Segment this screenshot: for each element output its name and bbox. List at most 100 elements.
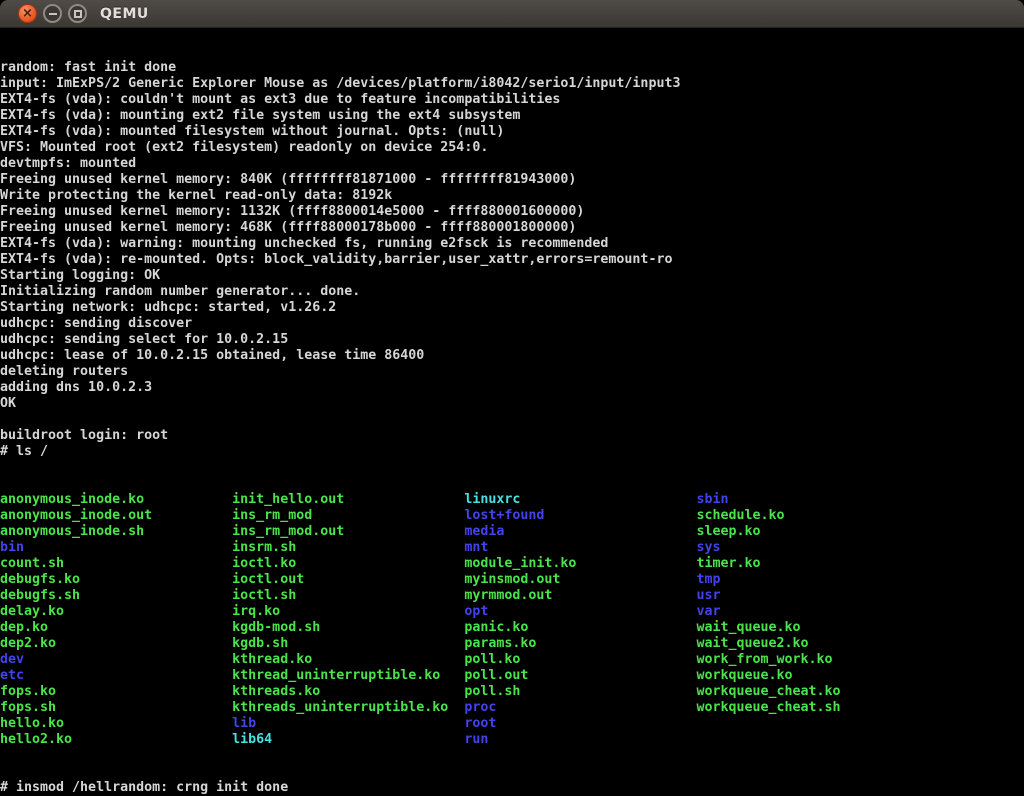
maximize-button[interactable] bbox=[68, 4, 87, 23]
file-entry-exec: kgdb.sh bbox=[232, 636, 464, 652]
file-entry-dir: lib bbox=[232, 716, 464, 732]
command-log: # insmod /hellrandom: crng init done# in… bbox=[0, 780, 1024, 796]
qemu-window: × QEMU random: fast init doneinput: ImEx… bbox=[0, 0, 1024, 796]
ls-row: devkthread.kopoll.kowork_from_work.ko bbox=[0, 652, 1024, 668]
file-entry-exec: poll.sh bbox=[464, 684, 696, 700]
file-entry-exec: wait_queue.ko bbox=[696, 620, 928, 636]
file-entry-dir: sys bbox=[696, 540, 928, 556]
file-entry-exec: anonymous_inode.sh bbox=[0, 524, 232, 540]
file-entry-exec: insrm.sh bbox=[232, 540, 464, 556]
file-entry-exec: ins_rm_mod bbox=[232, 508, 464, 524]
file-entry-exec: ins_rm_mod.out bbox=[232, 524, 464, 540]
terminal-line: Freeing unused kernel memory: 840K (ffff… bbox=[0, 172, 1024, 188]
file-entry-dir: usr bbox=[696, 588, 928, 604]
file-entry-exec: workqueue_cheat.ko bbox=[696, 684, 928, 700]
ls-row: debugfs.koioctl.outmyinsmod.outtmp bbox=[0, 572, 1024, 588]
file-entry-exec: timer.ko bbox=[696, 556, 928, 572]
ls-row: anonymous_inode.outins_rm_modlost+founds… bbox=[0, 508, 1024, 524]
file-entry-exec: module_init.ko bbox=[464, 556, 696, 572]
ls-row: anonymous_inode.shins_rm_mod.outmediasle… bbox=[0, 524, 1024, 540]
maximize-icon bbox=[74, 10, 82, 18]
terminal-line: Freeing unused kernel memory: 1132K (fff… bbox=[0, 204, 1024, 220]
file-entry-exec: workqueue_cheat.sh bbox=[696, 700, 928, 716]
file-entry-dir: run bbox=[464, 732, 696, 748]
file-entry-dir: var bbox=[696, 604, 928, 620]
file-entry-exec: work_from_work.ko bbox=[696, 652, 928, 668]
terminal-line: udhcpc: sending discover bbox=[0, 316, 1024, 332]
terminal-line: Starting logging: OK bbox=[0, 268, 1024, 284]
terminal-line: udhcpc: lease of 10.0.2.15 obtained, lea… bbox=[0, 348, 1024, 364]
file-entry-exec: schedule.ko bbox=[696, 508, 928, 524]
file-entry-dir: bin bbox=[0, 540, 232, 556]
file-entry-exec: kthreads_uninterruptible.ko bbox=[232, 700, 464, 716]
file-entry-exec: myinsmod.out bbox=[464, 572, 696, 588]
file-entry-exec: irq.ko bbox=[232, 604, 464, 620]
ls-row: delay.koirq.kooptvar bbox=[0, 604, 1024, 620]
terminal-line: Freeing unused kernel memory: 468K (ffff… bbox=[0, 220, 1024, 236]
ls-row: hello2.kolib64run bbox=[0, 732, 1024, 748]
window-titlebar: × QEMU bbox=[0, 0, 1024, 28]
file-entry-exec: debugfs.sh bbox=[0, 588, 232, 604]
ls-row: fops.shkthreads_uninterruptible.koprocwo… bbox=[0, 700, 1024, 716]
terminal-line: Initializing random number generator... … bbox=[0, 284, 1024, 300]
close-button[interactable]: × bbox=[18, 4, 37, 23]
file-entry-exec: ioctl.sh bbox=[232, 588, 464, 604]
file-entry-exec: init_hello.out bbox=[232, 492, 464, 508]
minimize-button[interactable] bbox=[43, 4, 62, 23]
ls-row: dep2.kokgdb.shparams.kowait_queue2.ko bbox=[0, 636, 1024, 652]
file-entry-exec: fops.ko bbox=[0, 684, 232, 700]
terminal-line: VFS: Mounted root (ext2 filesystem) read… bbox=[0, 140, 1024, 156]
ls-row: etckthread_uninterruptible.kopoll.outwor… bbox=[0, 668, 1024, 684]
terminal-line: EXT4-fs (vda): mounted filesystem withou… bbox=[0, 124, 1024, 140]
file-entry-dir: mnt bbox=[464, 540, 696, 556]
file-entry-dir: opt bbox=[464, 604, 696, 620]
terminal-line: # insmod /hellrandom: crng init done bbox=[0, 780, 1024, 796]
terminal-line: # ls / bbox=[0, 444, 1024, 460]
file-entry-exec: dep.ko bbox=[0, 620, 232, 636]
file-entry-exec: fops.sh bbox=[0, 700, 232, 716]
file-entry-exec: delay.ko bbox=[0, 604, 232, 620]
ls-row: dep.kokgdb-mod.shpanic.kowait_queue.ko bbox=[0, 620, 1024, 636]
close-icon: × bbox=[22, 7, 33, 20]
terminal-line: Starting network: udhcpc: started, v1.26… bbox=[0, 300, 1024, 316]
terminal-line: EXT4-fs (vda): re-mounted. Opts: block_v… bbox=[0, 252, 1024, 268]
file-entry-exec: sleep.ko bbox=[696, 524, 928, 540]
ls-row: hello.kolibroot bbox=[0, 716, 1024, 732]
terminal-line: deleting routers bbox=[0, 364, 1024, 380]
file-entry-exec: panic.ko bbox=[464, 620, 696, 636]
file-entry-exec: poll.out bbox=[464, 668, 696, 684]
file-entry-dir: lost+found bbox=[464, 508, 696, 524]
terminal-line: OK bbox=[0, 396, 1024, 412]
boot-log: random: fast init doneinput: ImExPS/2 Ge… bbox=[0, 60, 1024, 460]
file-entry-exec: kthread.ko bbox=[232, 652, 464, 668]
file-entry-exec: kgdb-mod.sh bbox=[232, 620, 464, 636]
ls-row: fops.kokthreads.kopoll.shworkqueue_cheat… bbox=[0, 684, 1024, 700]
file-entry-exec: hello.ko bbox=[0, 716, 232, 732]
terminal-screen[interactable]: random: fast init doneinput: ImExPS/2 Ge… bbox=[0, 28, 1024, 796]
file-entry-exec: dep2.ko bbox=[0, 636, 232, 652]
terminal-line: buildroot login: root bbox=[0, 428, 1024, 444]
ls-row: count.shioctl.komodule_init.kotimer.ko bbox=[0, 556, 1024, 572]
file-entry-exec: kthread_uninterruptible.ko bbox=[232, 668, 464, 684]
file-entry-link: linuxrc bbox=[464, 492, 696, 508]
terminal-line: EXT4-fs (vda): mounting ext2 file system… bbox=[0, 108, 1024, 124]
window-title: QEMU bbox=[100, 6, 149, 22]
file-entry-dir: proc bbox=[464, 700, 696, 716]
terminal-line: adding dns 10.0.2.3 bbox=[0, 380, 1024, 396]
minimize-icon bbox=[49, 13, 57, 15]
terminal-line: input: ImExPS/2 Generic Explorer Mouse a… bbox=[0, 76, 1024, 92]
file-entry-exec: hello2.ko bbox=[0, 732, 232, 748]
file-entry-dir: tmp bbox=[696, 572, 928, 588]
file-entry-exec: ioctl.out bbox=[232, 572, 464, 588]
file-entry-exec: kthreads.ko bbox=[232, 684, 464, 700]
file-entry-exec: anonymous_inode.out bbox=[0, 508, 232, 524]
ls-row: anonymous_inode.koinit_hello.outlinuxrcs… bbox=[0, 492, 1024, 508]
terminal-line: udhcpc: sending select for 10.0.2.15 bbox=[0, 332, 1024, 348]
file-entry-exec: debugfs.ko bbox=[0, 572, 232, 588]
ls-row: bininsrm.shmntsys bbox=[0, 540, 1024, 556]
file-entry-link: lib64 bbox=[232, 732, 464, 748]
terminal-line: Write protecting the kernel read-only da… bbox=[0, 188, 1024, 204]
file-entry-exec: ioctl.ko bbox=[232, 556, 464, 572]
file-entry-exec: params.ko bbox=[464, 636, 696, 652]
file-entry-dir: root bbox=[464, 716, 696, 732]
